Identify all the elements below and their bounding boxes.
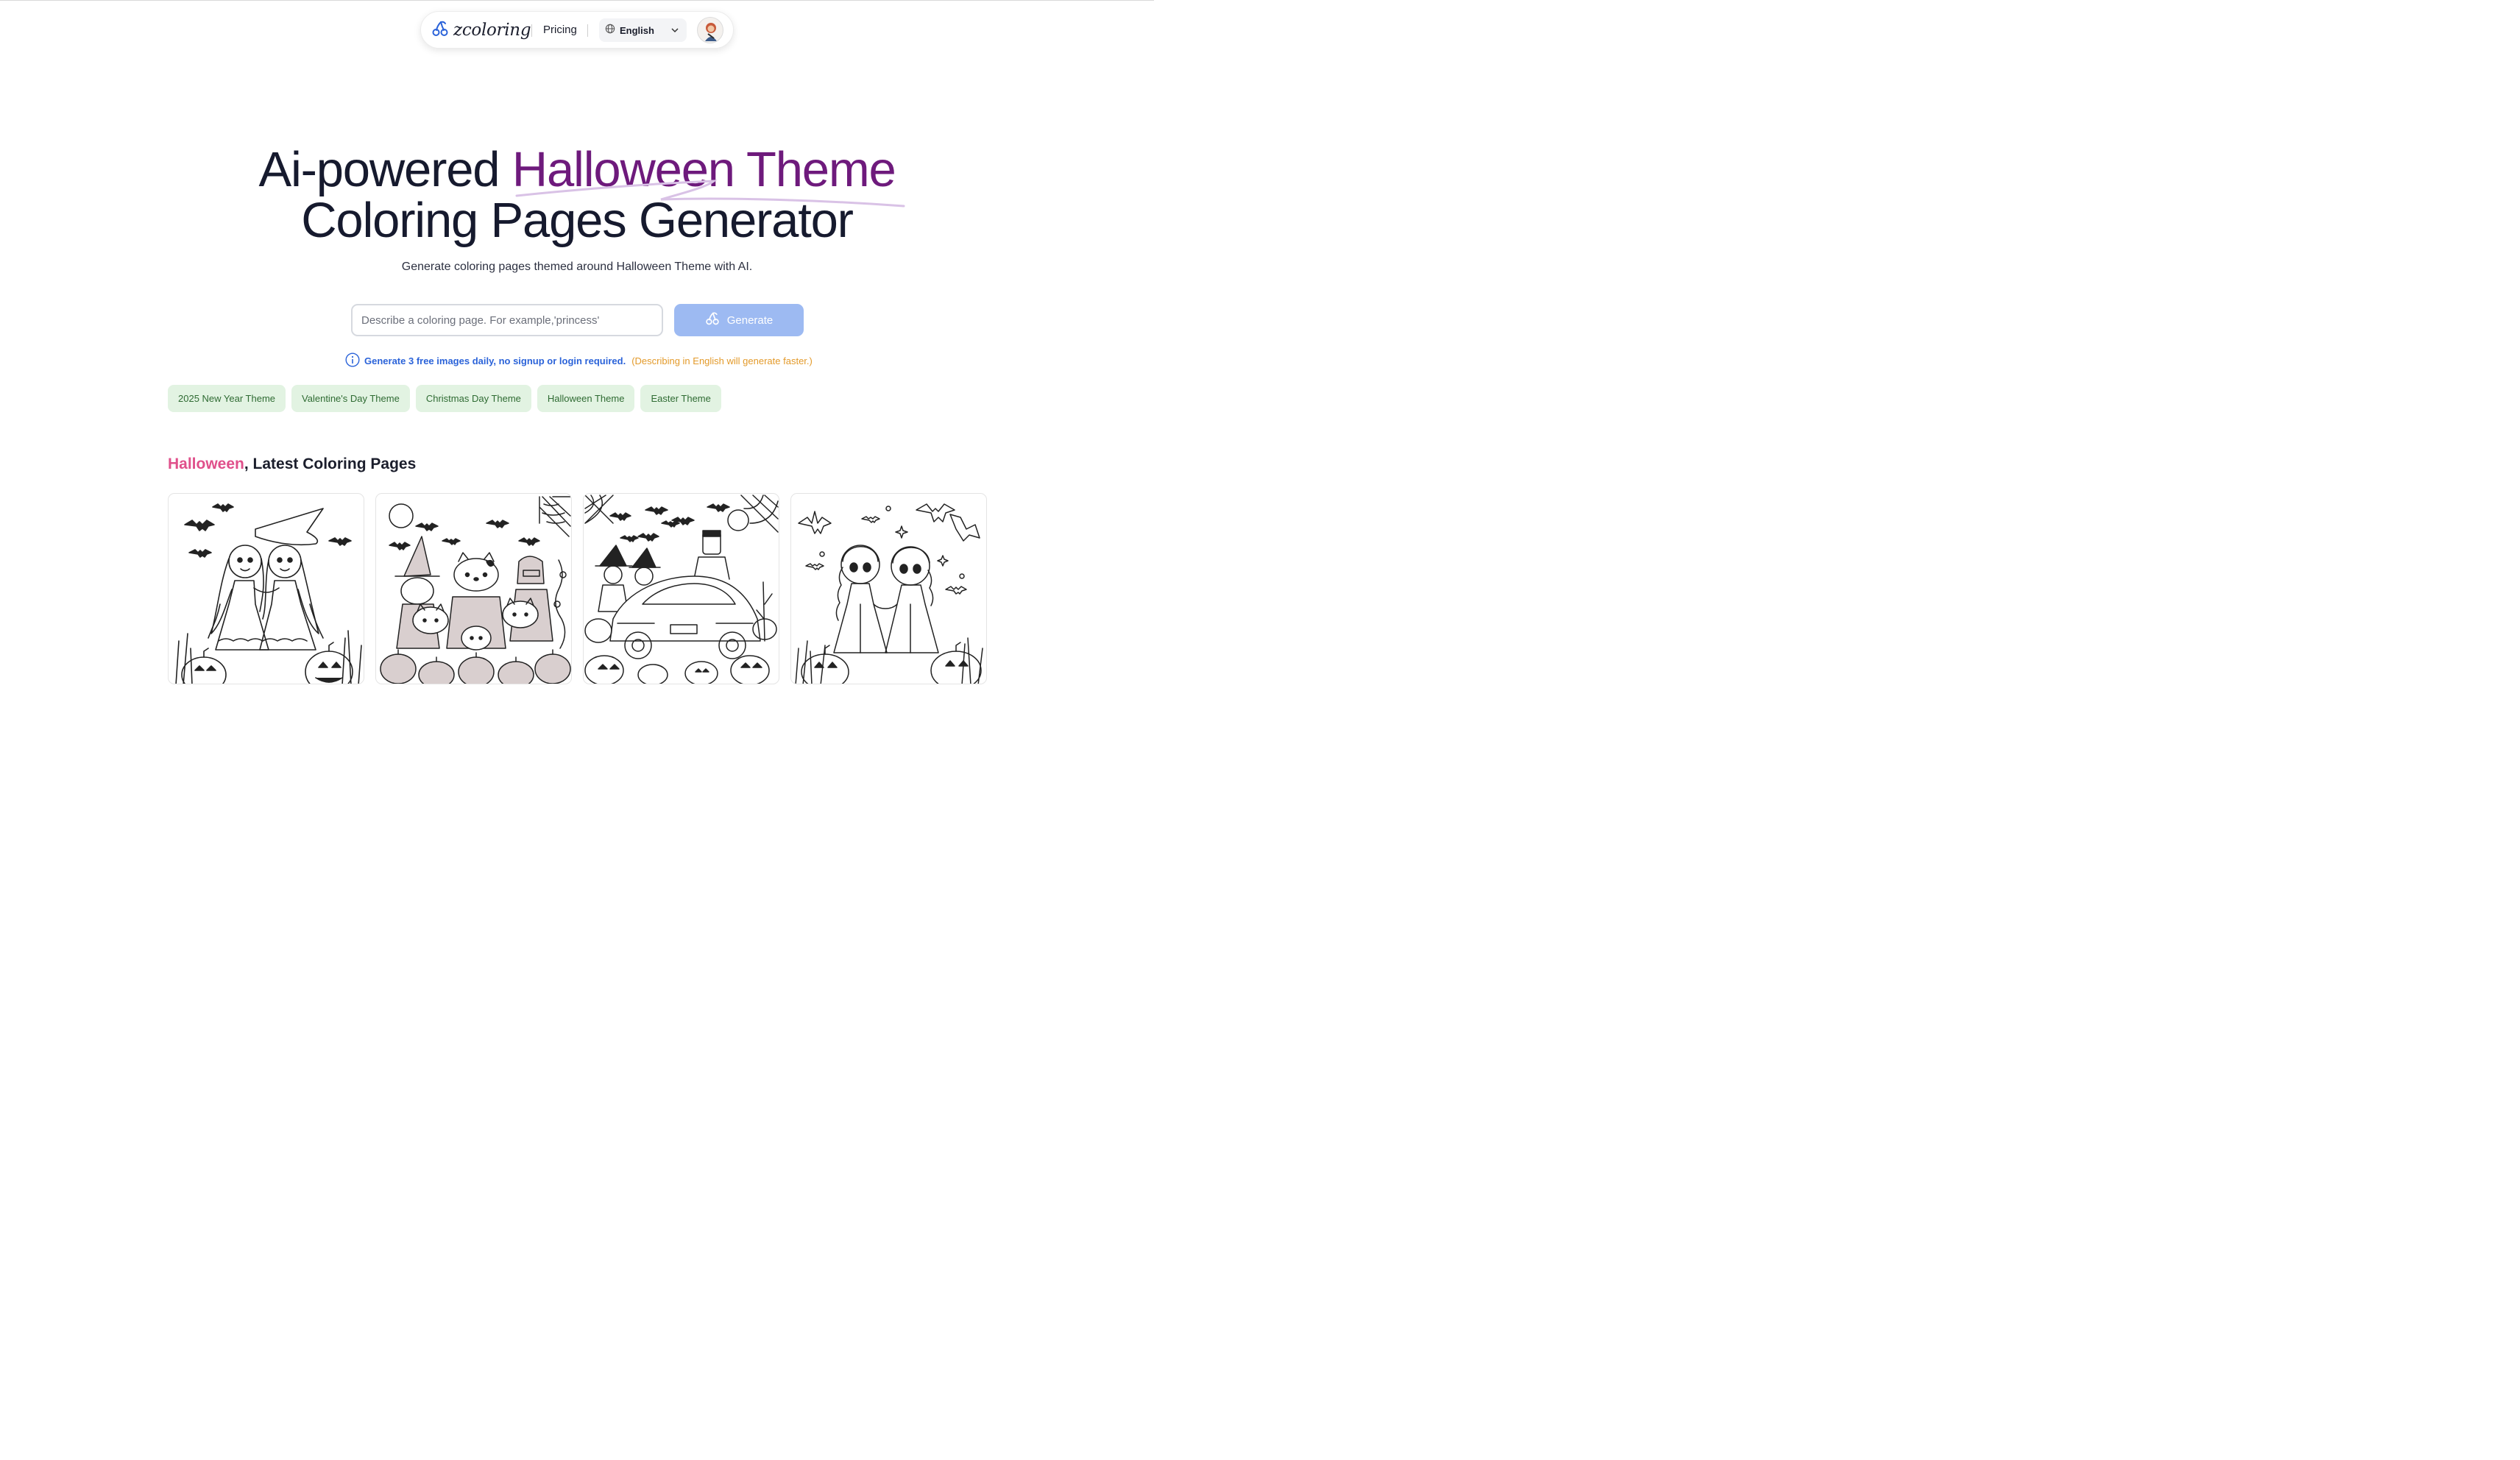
coloring-page-image: [175, 503, 362, 684]
nav-divider: [587, 24, 588, 37]
coloring-page-image: [380, 496, 571, 684]
cherries-icon: [705, 311, 720, 329]
avatar[interactable]: [697, 17, 723, 43]
language-label: English: [620, 24, 654, 36]
theme-tag[interactable]: Halloween Theme: [537, 385, 635, 412]
nav-divider: [531, 24, 532, 37]
pricing-link[interactable]: Pricing: [543, 24, 577, 36]
english-hint-text: (Describing in English will generate fas…: [631, 355, 813, 366]
coloring-page-image: [795, 503, 983, 684]
window-top-border: [0, 0, 1154, 1]
underline-squiggle: [515, 180, 905, 208]
globe-icon: [605, 24, 615, 38]
coloring-page-card[interactable]: [790, 493, 987, 684]
generate-button[interactable]: Generate: [674, 304, 804, 336]
coloring-page-image: [584, 495, 779, 684]
coloring-page-card[interactable]: [375, 493, 572, 684]
free-usage-notice: Generate 3 free images daily, no signup …: [345, 352, 813, 369]
brand-logo-link[interactable]: zcoloring: [431, 19, 531, 41]
hero-title-part1: Ai-powered: [258, 142, 512, 197]
free-usage-text: Generate 3 free images daily, no signup …: [364, 355, 626, 366]
chevron-down-icon: [670, 25, 679, 38]
coloring-page-card[interactable]: [583, 493, 779, 684]
theme-tag[interactable]: Easter Theme: [640, 385, 721, 412]
cherries-logo-icon: [431, 20, 449, 41]
section-title-accent: Halloween: [168, 456, 244, 472]
coloring-page-grid: [168, 493, 987, 684]
theme-tag[interactable]: 2025 New Year Theme: [168, 385, 286, 412]
section-title-rest: , Latest Coloring Pages: [244, 456, 417, 472]
prompt-input[interactable]: [351, 304, 663, 336]
theme-tag[interactable]: Christmas Day Theme: [415, 385, 531, 412]
brand-name: zcoloring: [453, 21, 531, 40]
theme-tags: 2025 New Year Theme Valentine's Day Them…: [168, 385, 721, 412]
info-icon: [345, 352, 360, 369]
language-selector[interactable]: English: [599, 18, 687, 42]
generate-button-label: Generate: [726, 313, 774, 327]
theme-tag[interactable]: Valentine's Day Theme: [291, 385, 410, 412]
section-title: Halloween, Latest Coloring Pages: [168, 456, 416, 473]
coloring-page-card[interactable]: [168, 493, 364, 684]
hero-subtitle: Generate coloring pages themed around Ha…: [401, 261, 753, 273]
top-navbar: zcoloring Pricing English: [420, 11, 734, 49]
